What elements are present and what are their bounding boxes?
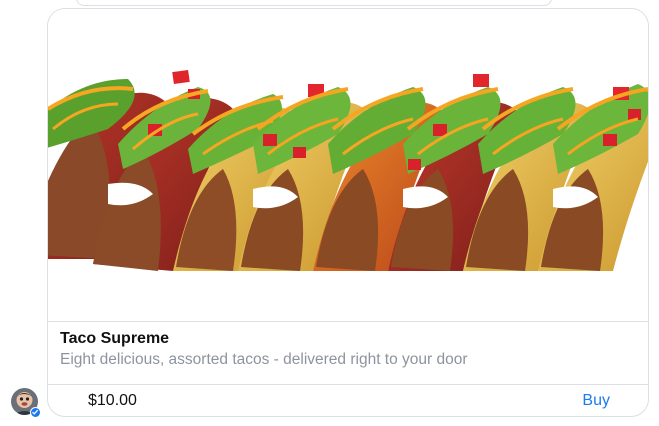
chat-thread: Taco Supreme Eight delicious, assorted t… <box>0 0 659 426</box>
verified-badge-icon <box>30 407 41 418</box>
previous-message-bubble <box>76 0 552 6</box>
product-title: Taco Supreme <box>60 330 170 347</box>
product-price: $10.00 <box>88 392 137 409</box>
product-card[interactable]: Taco Supreme Eight delicious, assorted t… <box>47 8 649 417</box>
tacos-photo <box>48 69 648 271</box>
product-image[interactable] <box>48 9 648 321</box>
buy-button[interactable]: Buy <box>582 392 610 410</box>
product-details[interactable]: Taco Supreme Eight delicious, assorted t… <box>48 321 648 385</box>
product-footer: $10.00 Buy <box>48 384 648 416</box>
product-subtitle: Eight delicious, assorted tacos - delive… <box>60 351 468 368</box>
